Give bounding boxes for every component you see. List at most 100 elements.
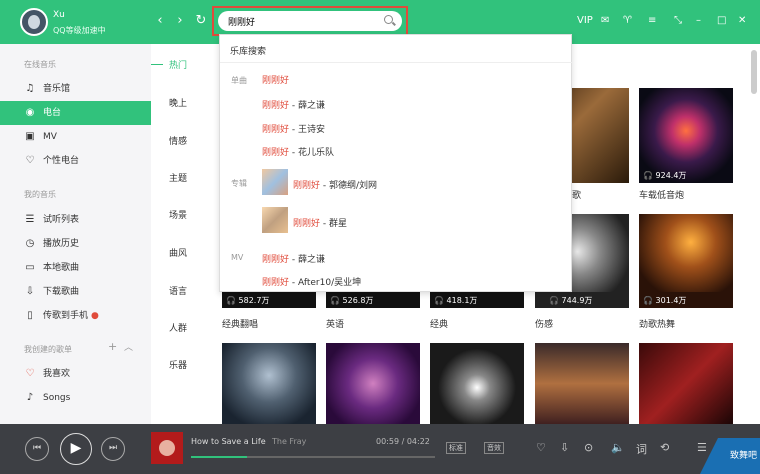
search-input[interactable]: [218, 11, 402, 31]
sidebar-item-trial-list[interactable]: ☰ 试听列表: [0, 208, 151, 232]
category-item[interactable]: 语言: [169, 284, 187, 297]
vip-button[interactable]: VIP: [577, 14, 593, 28]
category-item[interactable]: 人群: [169, 321, 187, 334]
refresh-icon[interactable]: ↻: [193, 13, 209, 29]
play-count: 🎧 526.8万: [330, 296, 374, 305]
card-title[interactable]: 经典翻唱: [222, 317, 258, 330]
avatar[interactable]: [20, 8, 48, 36]
skin-icon[interactable]: ♈: [623, 14, 632, 28]
category-item[interactable]: 热门: [169, 58, 187, 71]
add-playlist-icon[interactable]: +: [108, 340, 117, 353]
card-title[interactable]: 英语: [326, 317, 344, 330]
volume-icon[interactable]: 🔈: [611, 441, 625, 454]
card-title[interactable]: 经典: [430, 317, 448, 330]
section-label: 专辑: [231, 179, 247, 188]
suggestion-item[interactable]: 刚刚好 - After10/吴业坤: [262, 275, 361, 288]
more-icon[interactable]: ⊙: [584, 441, 593, 454]
section-label: MV: [231, 253, 244, 262]
search-suggestions: 乐库搜索 单曲 刚刚好 刚刚好 - 薛之谦 刚刚好 - 王诗安 刚刚好 - 花儿…: [219, 34, 573, 292]
like-icon[interactable]: ♡: [536, 441, 546, 454]
suggestion-item[interactable]: 刚刚好 - 花儿乐队: [262, 145, 334, 158]
song-title[interactable]: How to Save a Life: [191, 437, 266, 446]
repeat-icon[interactable]: ⟲: [660, 441, 669, 454]
progress-bar[interactable]: [191, 456, 435, 458]
user-level: QQ等级加速中: [53, 26, 106, 35]
sidebar-item-music-hall[interactable]: ♫ 音乐馆: [0, 77, 151, 101]
effect-button[interactable]: 音效: [484, 442, 504, 454]
dropdown-header: 乐库搜索: [230, 47, 267, 57]
card-title[interactable]: 劲歌热舞: [639, 317, 675, 330]
category-item[interactable]: 主题: [169, 171, 187, 184]
play-count: 🎧 301.4万: [643, 296, 687, 305]
suggestion-item[interactable]: 刚刚好 - 薛之谦: [262, 98, 325, 111]
sidebar-item-downloads[interactable]: ⇩ 下载歌曲: [0, 280, 151, 304]
sidebar: 在线音乐 ♫ 音乐馆 ◉ 电台 ▣ MV ♡ 个性电台 我的音乐 ☰ 试听列表 ◷ 播放历史…: [0, 44, 151, 424]
radio-card[interactable]: 🎧 924.4万: [639, 88, 733, 183]
suggestion-item[interactable]: 刚刚好: [262, 73, 289, 86]
sidebar-item-history[interactable]: ◷ 播放历史: [0, 232, 151, 256]
maximize-icon[interactable]: □: [717, 14, 726, 28]
card-title[interactable]: 伤感: [535, 317, 553, 330]
play-count: 🎧 582.7万: [226, 296, 270, 305]
album-cover[interactable]: [151, 432, 183, 464]
category-item[interactable]: 曲风: [169, 246, 187, 259]
heart-outline-icon: ♡: [25, 155, 35, 166]
download-icon: ⇩: [25, 286, 35, 297]
suggestion-item[interactable]: 刚刚好 - 群星: [293, 216, 347, 229]
phone-icon: ▯: [27, 310, 33, 321]
play-icon[interactable]: ▶: [60, 433, 92, 465]
search-icon[interactable]: [384, 15, 393, 24]
song-artist[interactable]: The Fray: [272, 437, 306, 446]
radio-card[interactable]: [639, 343, 733, 424]
mail-icon[interactable]: ✉: [601, 14, 609, 28]
section-title: 我的音乐: [24, 190, 56, 199]
radio-card[interactable]: [326, 343, 420, 424]
download-icon[interactable]: ⇩: [560, 441, 569, 454]
mini-mode-icon[interactable]: ⤡: [674, 14, 682, 28]
lyrics-icon[interactable]: 词: [636, 441, 647, 457]
scrollbar[interactable]: [751, 50, 757, 94]
suggestion-item[interactable]: 刚刚好 - 郭德纲/刘网: [293, 178, 377, 191]
quality-button[interactable]: 标准: [446, 442, 466, 454]
forward-icon[interactable]: ›: [172, 13, 188, 29]
sidebar-item-songs[interactable]: ♪ Songs: [0, 386, 151, 410]
sidebar-item-radio[interactable]: ◉ 电台: [0, 101, 151, 125]
category-item[interactable]: 晚上: [169, 96, 187, 109]
list-icon: ☰: [25, 214, 35, 225]
search-box: [212, 6, 408, 36]
radio-card[interactable]: [430, 343, 524, 424]
next-icon[interactable]: ⏭: [101, 437, 125, 461]
sidebar-item-personal-radio[interactable]: ♡ 个性电台: [0, 149, 151, 173]
back-icon[interactable]: ‹: [152, 13, 168, 29]
sidebar-item-local[interactable]: ▭ 本地歌曲: [0, 256, 151, 280]
close-icon[interactable]: ✕: [738, 14, 746, 28]
player-bar: ⏮ ▶ ⏭ How to Save a Life The Fray 00:59 …: [0, 424, 760, 474]
sidebar-item-to-phone[interactable]: ▯ 传歌到手机 ●: [0, 304, 151, 328]
note-icon: ♪: [26, 392, 34, 403]
sidebar-item-favorites[interactable]: ♡ 我喜欢: [0, 362, 151, 386]
playlist-icon[interactable]: ☰: [697, 441, 707, 454]
card-title[interactable]: 车载低音炮: [639, 188, 684, 201]
radio-icon: ◉: [25, 107, 35, 118]
album-thumbnail: [262, 169, 288, 195]
computer-icon: ▭: [25, 262, 35, 273]
play-count: 🎧 418.1万: [434, 296, 478, 305]
previous-icon[interactable]: ⏮: [25, 437, 49, 461]
suggestion-item[interactable]: 刚刚好 - 薛之谦: [262, 252, 325, 265]
section-title: 我创建的歌单: [24, 345, 72, 354]
clock-icon: ◷: [25, 238, 35, 249]
video-icon: ▣: [25, 131, 35, 142]
radio-card[interactable]: [222, 343, 316, 424]
category-item[interactable]: 情感: [169, 134, 187, 147]
username[interactable]: Xu: [53, 10, 65, 20]
category-item[interactable]: 乐器: [169, 358, 187, 371]
menu-icon[interactable]: ≡: [648, 14, 656, 28]
suggestion-item[interactable]: 刚刚好 - 王诗安: [262, 122, 325, 135]
category-item[interactable]: 场景: [169, 208, 187, 221]
album-thumbnail: [262, 207, 288, 233]
radio-card[interactable]: [535, 343, 629, 424]
card-title[interactable]: 歌: [572, 188, 581, 201]
chevron-up-icon[interactable]: ︿: [124, 340, 133, 353]
sidebar-item-mv[interactable]: ▣ MV: [0, 125, 151, 149]
minimize-icon[interactable]: –: [696, 14, 701, 28]
